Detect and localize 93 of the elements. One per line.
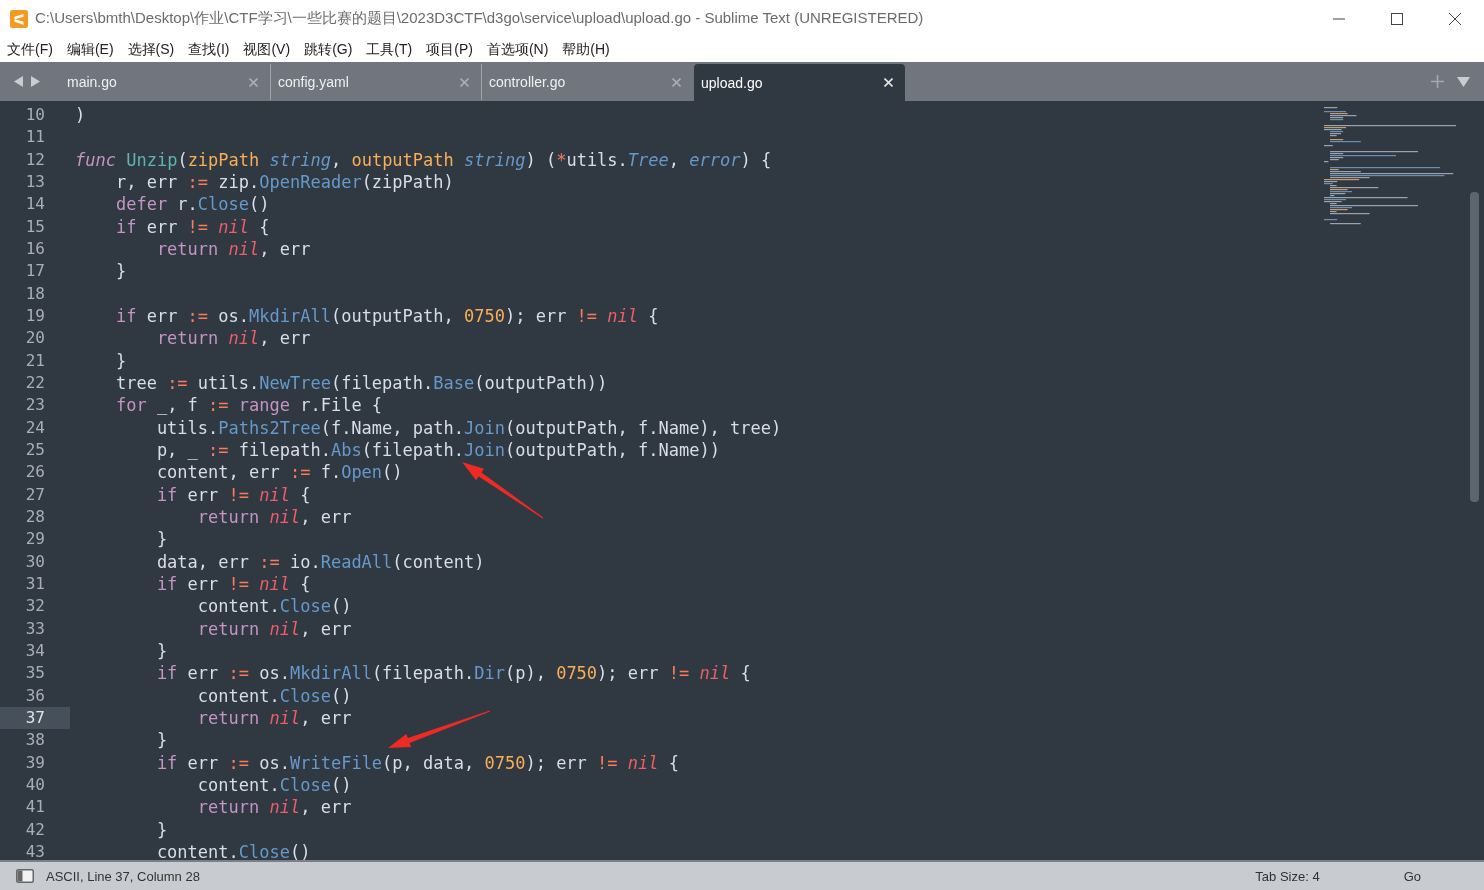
close-icon — [1449, 12, 1461, 25]
syntax-indicator[interactable]: Go — [1403, 868, 1421, 884]
menu-item[interactable]: 文件(F) — [7, 40, 53, 59]
code-line: if err := os.WriteFile(p, data, 0750); err != nil { — [155, 752, 679, 773]
line-number: 16 — [24, 237, 46, 260]
line-number: 22 — [24, 371, 46, 394]
line-number: 26 — [24, 461, 46, 484]
line-number: 39 — [24, 751, 46, 774]
line-number: 13 — [24, 171, 46, 193]
line-number: 10 — [24, 104, 46, 126]
code-line: if err := os.MkdirAll(outputPath, 0750); err != nil { — [114, 305, 659, 326]
line-number: 42 — [24, 818, 46, 841]
app-logo-icon — [10, 9, 28, 28]
line-number: 33 — [24, 617, 46, 640]
code-line: if err != nil { — [114, 216, 270, 237]
window-title: C:\Users\bmth\Desktop\作业\CTF学习\一些比赛的题目\2023D3CTF\d3go\service\upload\upload.go - Sublime Text (UNREGISTERED) — [35, 9, 924, 28]
code-line: tree := utils.NewTree(filepath.Base(outputPath)) — [114, 372, 608, 393]
line-number: 36 — [24, 684, 46, 707]
file-tab[interactable]: main.go — [60, 64, 271, 100]
line-number: 41 — [24, 796, 46, 819]
line-number: 15 — [24, 215, 46, 238]
code-line: content.Close() — [155, 841, 311, 860]
line-number: 11 — [24, 126, 46, 149]
line-number: 31 — [24, 572, 46, 595]
cursor-position: ASCII, Line 37, Column 28 — [46, 868, 200, 884]
forward-arrow-icon[interactable] — [31, 76, 40, 87]
code-line: return nil, err — [196, 797, 352, 818]
line-number: 29 — [24, 528, 46, 551]
file-tab[interactable]: config.yaml — [271, 64, 482, 100]
line-number: 17 — [24, 260, 46, 283]
menu-item[interactable]: 帮助(H) — [562, 40, 610, 59]
code-line: defer r.Close() — [114, 194, 270, 215]
line-number: 28 — [24, 505, 46, 528]
line-number: 35 — [24, 662, 46, 685]
tab-size-indicator[interactable]: Tab Size: 4 — [1255, 868, 1320, 884]
line-number: 38 — [24, 729, 46, 752]
code-line: r, err := zip.OpenReader(zipPath) — [114, 172, 454, 192]
code-line: } — [155, 730, 168, 751]
code-line: utils.Paths2Tree(f.Name, path.Join(outputPath, f.Name), tree) — [155, 417, 782, 438]
code-line: return nil, err — [155, 328, 311, 349]
code-line: if err != nil { — [155, 484, 311, 505]
scrollbar-thumb[interactable] — [1470, 192, 1479, 502]
menu-item[interactable]: 选择(S) — [127, 40, 175, 59]
line-number: 27 — [24, 483, 46, 506]
line-number: 43 — [24, 840, 46, 860]
code-line: } — [155, 819, 168, 840]
code-line: ) — [75, 105, 86, 125]
line-number: 37 — [0, 706, 70, 730]
line-number: 25 — [24, 438, 46, 461]
line-number: 12 — [24, 148, 46, 171]
code-line: p, _ := filepath.Abs(filepath.Join(outputPath, f.Name)) — [155, 439, 720, 460]
code-line: if err := os.MkdirAll(filepath.Dir(p), 0750); err != nil { — [155, 663, 751, 684]
line-number: 19 — [24, 304, 46, 327]
code-line: if err != nil { — [155, 573, 311, 594]
code-line: } — [155, 640, 168, 661]
line-number: 24 — [24, 416, 46, 439]
code-line: return nil, err — [196, 707, 352, 728]
code-line: content.Close() — [196, 685, 352, 706]
menu-item[interactable]: 视图(V) — [243, 40, 291, 59]
dropdown-caret-icon[interactable] — [1457, 76, 1470, 87]
line-number: 14 — [24, 193, 46, 216]
code-line: content, err := f.Open() — [155, 462, 403, 483]
back-arrow-icon[interactable] — [14, 76, 23, 87]
line-number: 20 — [24, 327, 46, 350]
code-line: } — [114, 350, 127, 371]
line-number: 18 — [24, 282, 46, 305]
maximize-icon — [1391, 12, 1403, 25]
line-number: 34 — [24, 639, 46, 662]
code-line: return nil, err — [196, 618, 352, 639]
code-line: for _, f := range r.File { — [114, 395, 383, 416]
menu-item[interactable]: 跳转(G) — [304, 40, 353, 59]
file-tab[interactable]: controller.go — [482, 64, 693, 100]
menu-item[interactable]: 编辑(E) — [66, 40, 114, 59]
menu-item[interactable]: 查找(I) — [188, 40, 230, 59]
code-line: return nil, err — [155, 238, 311, 259]
line-number: 40 — [24, 773, 46, 796]
line-number: 23 — [24, 394, 46, 417]
panel-toggle-icon[interactable] — [16, 869, 34, 883]
plus-icon[interactable] — [1431, 75, 1444, 88]
code-line: content.Close() — [196, 596, 352, 617]
code-line: } — [114, 261, 127, 282]
menu-item[interactable]: 首选项(N) — [486, 40, 549, 59]
line-number: 32 — [24, 595, 46, 618]
menu-item[interactable]: 项目(P) — [426, 40, 473, 59]
code-line: return nil, err — [196, 506, 352, 527]
code-line: } — [155, 529, 168, 550]
menu-item[interactable]: 工具(T) — [366, 40, 413, 59]
line-number: 21 — [24, 349, 46, 372]
code-line: data, err := io.ReadAll(content) — [155, 551, 485, 572]
file-tab[interactable]: upload.go — [694, 64, 905, 101]
line-number: 30 — [24, 550, 46, 573]
code-line: func Unzip(zipPath string, outputPath string) (*utils.Tree, error) { — [75, 149, 772, 170]
code-line: content.Close() — [196, 774, 352, 795]
